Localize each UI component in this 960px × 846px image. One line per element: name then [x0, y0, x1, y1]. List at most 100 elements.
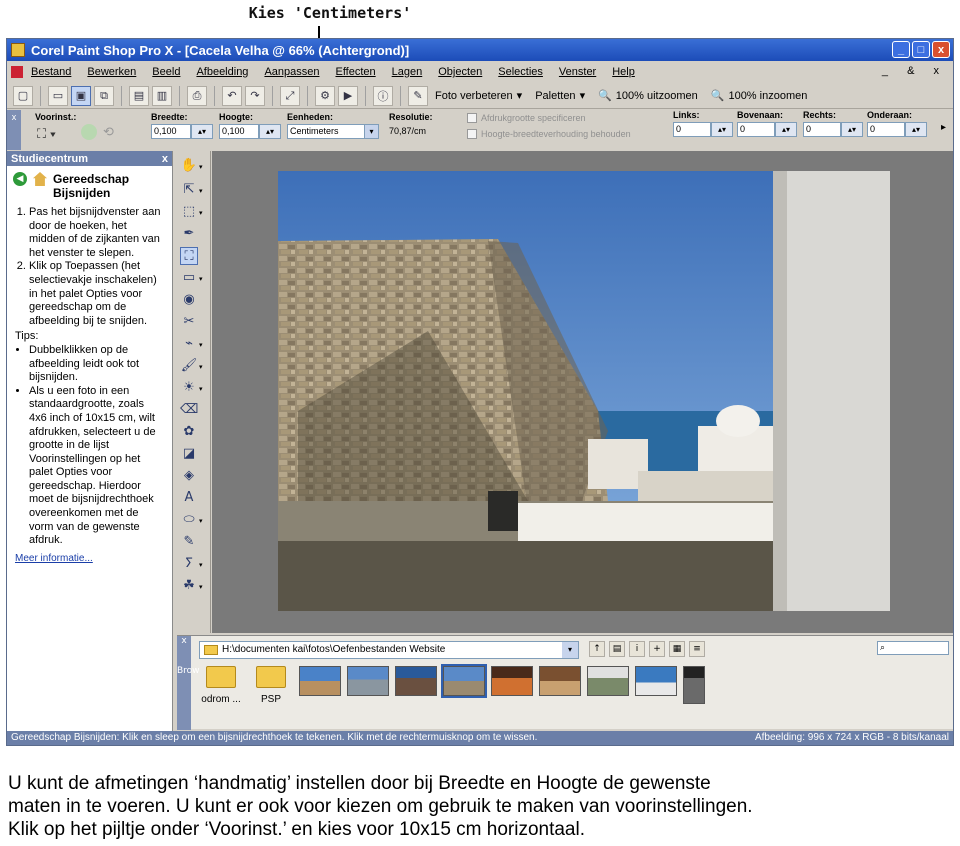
- save-icon[interactable]: ▤: [129, 85, 149, 106]
- breedte-input[interactable]: 0,100: [151, 124, 191, 139]
- chevron-down-icon[interactable]: ▾: [199, 583, 203, 591]
- zoom-out-button[interactable]: 🔍 100% uitzoomen: [598, 89, 698, 103]
- oil-brush-icon[interactable]: ☘: [180, 577, 198, 595]
- onderaan-spinner[interactable]: ▴▾: [905, 122, 927, 137]
- new-folder-icon[interactable]: +: [649, 641, 665, 657]
- folder-path-select[interactable]: H:\documenten kai\fotos\Oefenbestanden W…: [199, 641, 579, 659]
- document-menu-icon[interactable]: [11, 66, 23, 78]
- menu-beeld[interactable]: Beeld: [152, 66, 180, 78]
- crop-icon[interactable]: ⛶: [180, 247, 198, 265]
- chevron-down-icon[interactable]: ▾: [199, 163, 203, 171]
- home-icon[interactable]: [33, 172, 47, 186]
- browser-grip[interactable]: x Brow: [177, 636, 200, 730]
- hoogte-spinner[interactable]: ▴▾: [259, 124, 281, 139]
- chevron-down-icon[interactable]: ▾: [199, 341, 203, 349]
- pan-hand-icon[interactable]: ✋: [180, 157, 198, 175]
- menu-aanpassen[interactable]: Aanpassen: [264, 66, 319, 78]
- back-arrow-icon[interactable]: ◀: [13, 172, 27, 186]
- hoogte-input[interactable]: 0,100: [219, 124, 259, 139]
- image-thumbnail[interactable]: [635, 666, 677, 696]
- pen-icon[interactable]: ✎: [180, 533, 198, 551]
- chevron-right-icon[interactable]: ▸: [941, 122, 946, 133]
- eraser-icon[interactable]: ⌫: [180, 401, 198, 419]
- image-workspace[interactable]: [212, 151, 953, 633]
- breedte-spinner[interactable]: ▴▾: [191, 124, 213, 139]
- more-info-link[interactable]: Meer informatie...: [15, 552, 164, 566]
- shape-icon[interactable]: ⬭: [180, 511, 198, 529]
- onderaan-input[interactable]: 0: [867, 122, 905, 137]
- image-thumbnail[interactable]: [491, 666, 533, 696]
- menu-bestand[interactable]: Bestand: [31, 66, 71, 78]
- copy-icon[interactable]: ⧉: [94, 85, 114, 106]
- image-thumbnail-selected[interactable]: [441, 664, 487, 698]
- folders-icon[interactable]: ▤: [609, 641, 625, 657]
- text-tool-icon[interactable]: A: [180, 489, 198, 507]
- chevron-down-icon[interactable]: ▾: [562, 642, 578, 658]
- straighten-icon[interactable]: ▭: [180, 269, 198, 287]
- enhance-icon[interactable]: ✎: [408, 85, 428, 106]
- warp-brush-icon[interactable]: ⵢ: [180, 555, 198, 573]
- rechts-input[interactable]: 0: [803, 122, 841, 137]
- dodge-icon[interactable]: ☀: [180, 379, 198, 397]
- menu-lagen[interactable]: Lagen: [392, 66, 423, 78]
- picture-tube-icon[interactable]: ✿: [180, 423, 198, 441]
- image-thumbnail[interactable]: [299, 666, 341, 696]
- chevron-down-icon[interactable]: ▾: [199, 561, 203, 569]
- menu-objecten[interactable]: Objecten: [438, 66, 482, 78]
- bovenaan-spinner[interactable]: ▴▾: [775, 122, 797, 137]
- chevron-down-icon[interactable]: ▾: [364, 125, 378, 138]
- rechts-spinner[interactable]: ▴▾: [841, 122, 863, 137]
- menu-effecten[interactable]: Effecten: [335, 66, 375, 78]
- apply-check-icon[interactable]: [81, 124, 97, 140]
- flood-fill-icon[interactable]: ◪: [180, 445, 198, 463]
- foto-verbeteren-button[interactable]: Foto verbeteren ▾: [435, 89, 522, 103]
- links-spinner[interactable]: ▴▾: [711, 122, 733, 137]
- chevron-down-icon[interactable]: ▾: [199, 209, 203, 217]
- menu-selecties[interactable]: Selecties: [498, 66, 543, 78]
- close-icon[interactable]: x: [181, 636, 186, 646]
- dropper-icon[interactable]: ✒: [180, 225, 198, 243]
- rotate-icon[interactable]: ⟲: [103, 124, 114, 140]
- document-window-controls[interactable]: _ & x: [882, 65, 947, 77]
- paint-brush-icon[interactable]: 🖌: [180, 357, 198, 375]
- print-icon[interactable]: ⎙: [187, 85, 207, 106]
- folder-item[interactable]: odrom ...: [199, 666, 243, 705]
- image-thumbnail[interactable]: [683, 666, 705, 704]
- bovenaan-input[interactable]: 0: [737, 122, 775, 137]
- chevron-down-icon[interactable]: ▾: [199, 275, 203, 283]
- chevron-down-icon[interactable]: ▾: [199, 363, 203, 371]
- crop-preset-icon[interactable]: ⛶ ▾: [37, 126, 56, 142]
- zoom-in-button[interactable]: 🔍 100% inzoomen: [711, 89, 808, 103]
- info-icon[interactable]: i: [629, 641, 645, 657]
- browse-icon[interactable]: ▣: [71, 85, 91, 106]
- thumbnail-view-icon[interactable]: ▦: [669, 641, 685, 657]
- open-folder-icon[interactable]: ▭: [48, 85, 68, 106]
- chevron-down-icon[interactable]: ▾: [199, 385, 203, 393]
- image-thumbnail[interactable]: [395, 666, 437, 696]
- menu-bewerken[interactable]: Bewerken: [87, 66, 136, 78]
- resize-icon[interactable]: ⤢: [280, 85, 300, 106]
- verhouding-checkbox[interactable]: [467, 129, 477, 139]
- makeover-icon[interactable]: ✂: [180, 313, 198, 331]
- close-icon[interactable]: x: [162, 153, 168, 165]
- image-thumbnail[interactable]: [539, 666, 581, 696]
- chevron-down-icon[interactable]: ▾: [199, 517, 203, 525]
- eenheden-select[interactable]: Centimeters ▾: [287, 124, 379, 139]
- selection-icon[interactable]: ⬚: [180, 203, 198, 221]
- browser-search[interactable]: ⌕: [877, 641, 949, 655]
- image-thumbnail[interactable]: [347, 666, 389, 696]
- info-icon[interactable]: ⓘ: [373, 85, 393, 106]
- menu-help[interactable]: Help: [612, 66, 635, 78]
- red-eye-icon[interactable]: ◉: [180, 291, 198, 309]
- folder-item[interactable]: PSP: [249, 666, 293, 705]
- color-replacer-icon[interactable]: ◈: [180, 467, 198, 485]
- chevron-down-icon[interactable]: ▾: [199, 187, 203, 195]
- minimize-button[interactable]: _: [892, 41, 910, 58]
- script-icon[interactable]: ⚙: [315, 85, 335, 106]
- pick-arrow-icon[interactable]: ⇱: [180, 181, 198, 199]
- menu-venster[interactable]: Venster: [559, 66, 596, 78]
- clone-brush-icon[interactable]: ⌁: [180, 335, 198, 353]
- afdruk-checkbox[interactable]: [467, 113, 477, 123]
- image-thumbnail[interactable]: [587, 666, 629, 696]
- palette-grip[interactable]: x: [7, 110, 21, 150]
